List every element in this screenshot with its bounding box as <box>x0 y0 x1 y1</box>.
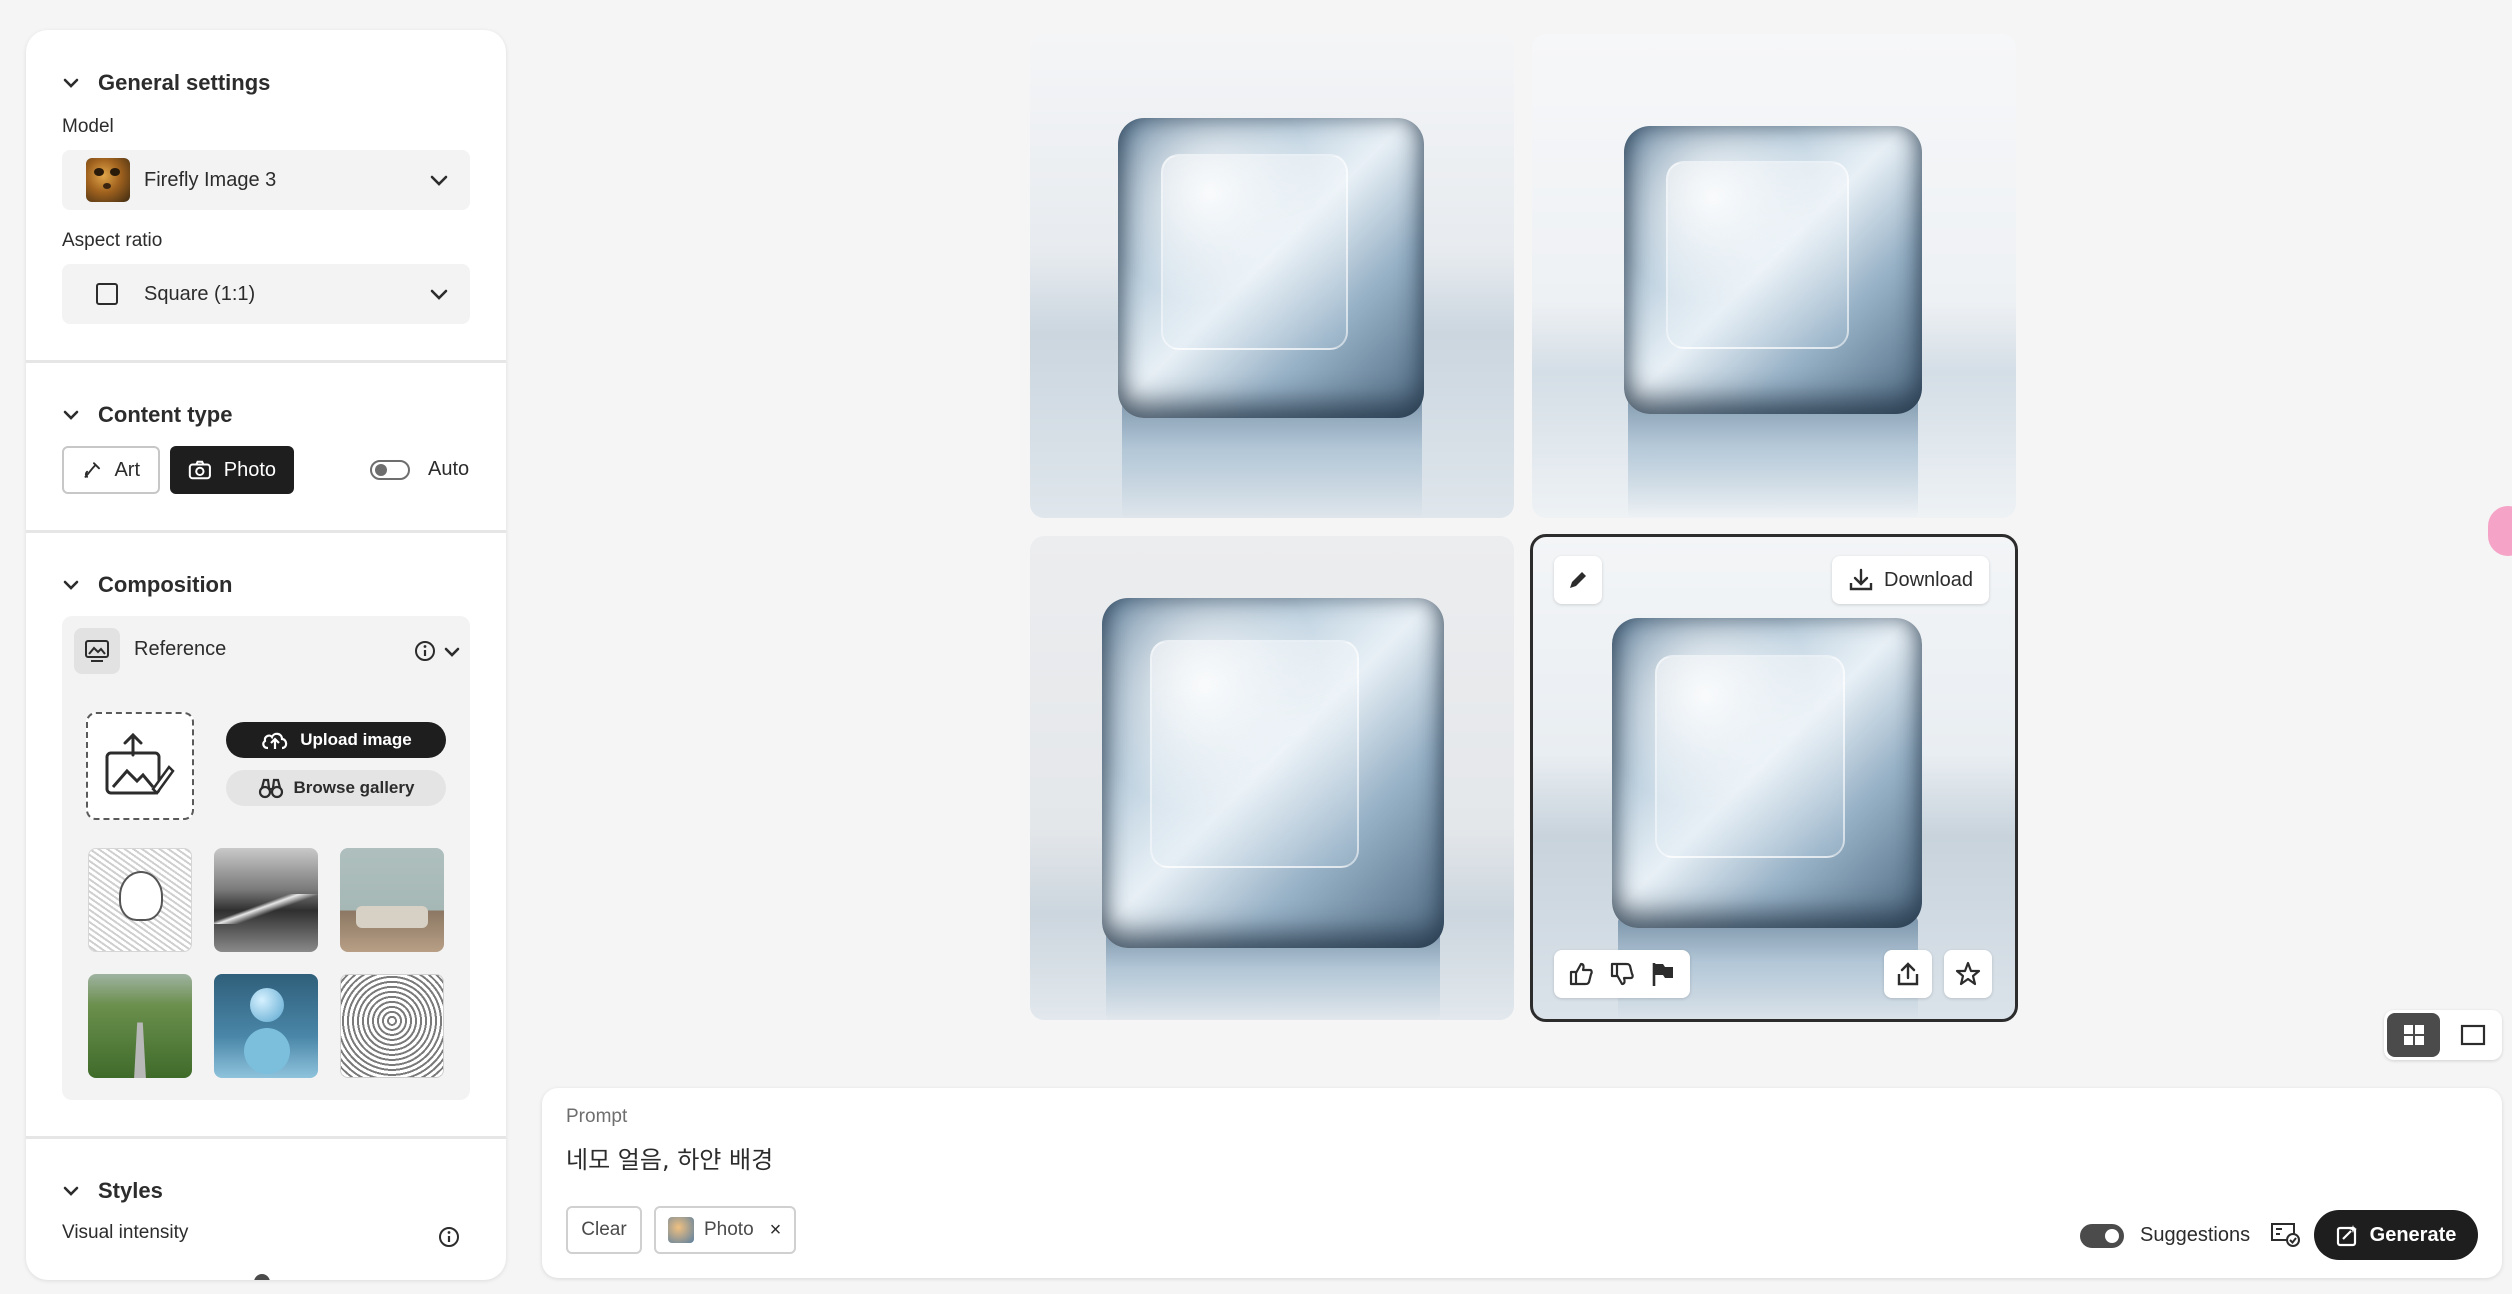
chevron-down-icon <box>63 1186 79 1196</box>
generated-image-4[interactable]: Download <box>1532 536 2016 1020</box>
single-view-icon <box>2460 1024 2485 1046</box>
photo-chip-label: Photo <box>704 1219 754 1240</box>
upload-image-button[interactable]: Upload image <box>226 722 446 758</box>
reference-icon <box>74 628 120 674</box>
composition-title: Composition <box>98 572 233 597</box>
close-icon[interactable]: × <box>770 1219 782 1242</box>
edit-icon <box>1570 572 1586 588</box>
single-view-button[interactable] <box>2446 1013 2499 1057</box>
model-dropdown[interactable]: Firefly Image 3 <box>62 150 470 210</box>
prompt-input[interactable]: 네모 얼음, 하얀 배경 <box>566 1140 773 1175</box>
general-settings-title: General settings <box>98 70 271 95</box>
auto-toggle[interactable] <box>370 460 410 480</box>
thumbs-down-icon[interactable] <box>1608 960 1636 988</box>
prompt-label: Prompt <box>566 1106 628 1127</box>
chevron-down-icon <box>63 410 79 420</box>
square-icon <box>96 283 118 305</box>
suggestions-label: Suggestions <box>2140 1224 2251 1246</box>
content-type-header[interactable]: Content type <box>62 402 232 428</box>
cloud-upload-icon <box>262 732 288 750</box>
photo-chip[interactable]: Photo × <box>654 1206 796 1254</box>
info-icon[interactable] <box>438 1226 460 1248</box>
generated-image-1[interactable] <box>1030 34 1514 518</box>
chevron-down-icon[interactable] <box>442 642 462 662</box>
camera-icon <box>188 460 211 480</box>
grid-icon <box>2403 1025 2424 1045</box>
prompt-bar: Prompt 네모 얼음, 하얀 배경 Clear Photo × Sugges… <box>542 1088 2502 1278</box>
flag-icon[interactable] <box>1649 960 1677 988</box>
section-divider <box>26 1136 506 1139</box>
feedback-group <box>1554 950 1690 998</box>
photo-chip-thumbnail <box>668 1217 694 1243</box>
photo-label: Photo <box>223 458 276 481</box>
composition-header[interactable]: Composition <box>62 572 232 598</box>
general-settings-header[interactable]: General settings <box>62 70 270 96</box>
download-label: Download <box>1884 568 1973 591</box>
share-button[interactable] <box>1884 950 1932 998</box>
grid-view-button[interactable] <box>2387 1013 2440 1057</box>
content-type-title: Content type <box>98 402 233 427</box>
visual-intensity-slider-handle[interactable] <box>254 1274 270 1280</box>
binoculars-icon <box>258 778 283 799</box>
reference-thumbnail-mountains[interactable] <box>214 848 318 952</box>
chevron-down-icon <box>63 580 79 590</box>
aspect-ratio-label: Aspect ratio <box>62 230 163 251</box>
edit-button[interactable] <box>1554 556 1602 604</box>
generate-icon <box>2336 1225 2357 1247</box>
info-icon[interactable] <box>414 640 436 662</box>
generated-image-2[interactable] <box>1532 34 2016 518</box>
reference-thumbnail-owl[interactable] <box>340 974 444 1078</box>
favorite-button[interactable] <box>1944 950 1992 998</box>
prompt-settings-icon[interactable] <box>2270 1220 2300 1248</box>
chevron-down-icon <box>430 175 448 186</box>
generate-button[interactable]: Generate <box>2314 1210 2478 1260</box>
reference-box: Reference Upload image Browse gallery <box>62 616 470 1100</box>
download-button[interactable]: Download <box>1832 556 1989 604</box>
browse-gallery-label: Browse gallery <box>293 778 415 797</box>
photo-button[interactable]: Photo <box>170 446 294 494</box>
chevron-down-icon <box>63 78 79 88</box>
side-assistant-tab[interactable] <box>2488 506 2512 556</box>
upload-image-label: Upload image <box>300 730 412 749</box>
star-icon <box>1955 961 1981 986</box>
clear-label: Clear <box>581 1219 627 1240</box>
art-label: Art <box>114 458 140 481</box>
clear-button[interactable]: Clear <box>566 1206 642 1254</box>
settings-panel: General settings Model Firefly Image 3 A… <box>26 30 506 1280</box>
model-label: Model <box>62 116 114 137</box>
styles-header[interactable]: Styles <box>62 1178 163 1204</box>
chevron-down-icon <box>430 289 448 300</box>
browse-gallery-button[interactable]: Browse gallery <box>226 770 446 806</box>
reference-thumbnails <box>88 848 444 1078</box>
model-thumbnail <box>86 158 130 202</box>
visual-intensity-label: Visual intensity <box>62 1222 189 1243</box>
section-divider <box>26 530 506 533</box>
art-button[interactable]: Art <box>62 446 160 494</box>
share-icon <box>1897 962 1919 986</box>
auto-label: Auto <box>428 458 470 480</box>
view-toggle <box>2384 1010 2502 1060</box>
model-value: Firefly Image 3 <box>144 168 277 191</box>
brush-icon <box>84 462 100 478</box>
reference-drop-zone[interactable] <box>86 712 194 820</box>
download-icon <box>1849 568 1873 591</box>
thumbs-up-icon[interactable] <box>1567 960 1595 988</box>
section-divider <box>26 360 506 363</box>
generate-label: Generate <box>2369 1223 2457 1246</box>
image-upload-icon <box>105 732 175 795</box>
suggestions-toggle[interactable] <box>2080 1224 2124 1248</box>
aspect-ratio-value: Square (1:1) <box>144 282 256 305</box>
reference-thumbnail-bird[interactable] <box>88 848 192 952</box>
aspect-ratio-dropdown[interactable]: Square (1:1) <box>62 264 470 324</box>
reference-thumbnail-road[interactable] <box>88 974 192 1078</box>
reference-thumbnail-sphere[interactable] <box>214 974 318 1078</box>
styles-title: Styles <box>98 1178 163 1203</box>
reference-label: Reference <box>134 638 227 660</box>
reference-thumbnail-living-room[interactable] <box>340 848 444 952</box>
generated-image-3[interactable] <box>1030 536 1514 1020</box>
